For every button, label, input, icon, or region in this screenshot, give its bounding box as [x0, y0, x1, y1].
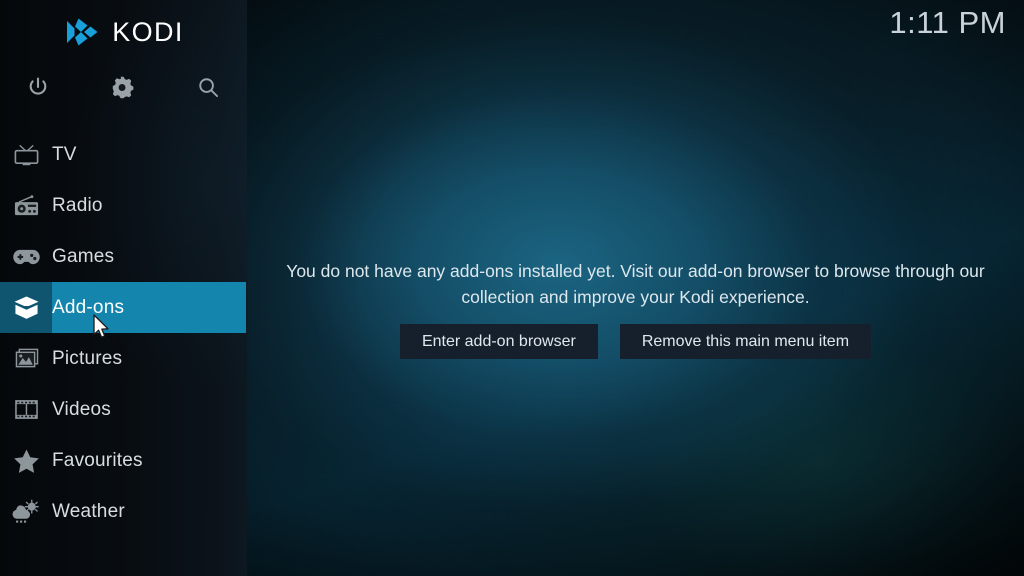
kodi-home-screen: KODI TV Radio Games Add-ons Pictures Vid…	[0, 0, 1024, 576]
sidebar-item-label: Favourites	[52, 450, 143, 471]
sidebar-toolbar	[0, 64, 247, 110]
weather-icon-zone	[0, 486, 52, 537]
main-menu: TV Radio Games Add-ons Pictures Videos F…	[0, 129, 247, 537]
remove-main-menu-item-button[interactable]: Remove this main menu item	[619, 324, 872, 359]
star-icon	[13, 448, 39, 473]
sidebar-item-label: Games	[52, 246, 115, 267]
pictures-icon-zone	[0, 333, 52, 384]
sidebar-item-label: Videos	[52, 399, 111, 420]
sidebar-item-favourites[interactable]: Favourites	[0, 435, 247, 486]
gamepad-icon-zone	[0, 231, 52, 282]
sidebar-item-games[interactable]: Games	[0, 231, 247, 282]
sidebar-item-label: Radio	[52, 195, 103, 216]
search-icon	[198, 77, 218, 97]
sidebar-item-label: Weather	[52, 501, 125, 522]
app-logo: KODI	[0, 8, 247, 56]
kodi-logo-icon	[67, 18, 98, 46]
sidebar-item-tv[interactable]: TV	[0, 129, 247, 180]
settings-button[interactable]	[100, 64, 146, 110]
app-name: KODI	[112, 16, 184, 47]
gamepad-icon	[12, 249, 40, 264]
addons-icon-zone	[0, 282, 52, 333]
empty-state-message: You do not have any add-ons installed ye…	[286, 261, 985, 307]
sidebar-item-pictures[interactable]: Pictures	[0, 333, 247, 384]
power-button[interactable]	[15, 64, 61, 110]
search-button[interactable]	[185, 64, 231, 110]
empty-state: You do not have any add-ons installed ye…	[247, 258, 1024, 359]
film-strip-icon	[14, 400, 38, 419]
sidebar-item-label: TV	[52, 144, 77, 165]
tv-icon	[14, 144, 38, 165]
main-content: You do not have any add-ons installed ye…	[247, 0, 1024, 576]
sidebar-item-videos[interactable]: Videos	[0, 384, 247, 435]
radio-icon-zone	[0, 180, 52, 231]
enter-addon-browser-button[interactable]: Enter add-on browser	[399, 324, 598, 359]
sidebar: KODI TV Radio Games Add-ons Pictures Vid…	[0, 0, 247, 576]
gear-icon	[112, 76, 133, 98]
sidebar-item-label: Add-ons	[52, 297, 125, 318]
videos-icon-zone	[0, 384, 52, 435]
addons-box-icon	[13, 296, 39, 319]
tv-icon-zone	[0, 129, 52, 180]
pictures-icon	[15, 348, 38, 368]
weather-icon	[12, 499, 39, 523]
empty-state-actions: Enter add-on browser Remove this main me…	[399, 324, 872, 359]
sidebar-item-weather[interactable]: Weather	[0, 486, 247, 537]
radio-icon	[14, 194, 38, 215]
sidebar-item-radio[interactable]: Radio	[0, 180, 247, 231]
favourites-icon-zone	[0, 435, 52, 486]
power-icon	[29, 77, 47, 95]
sidebar-item-addons[interactable]: Add-ons	[0, 282, 247, 333]
sidebar-item-label: Pictures	[52, 348, 123, 369]
